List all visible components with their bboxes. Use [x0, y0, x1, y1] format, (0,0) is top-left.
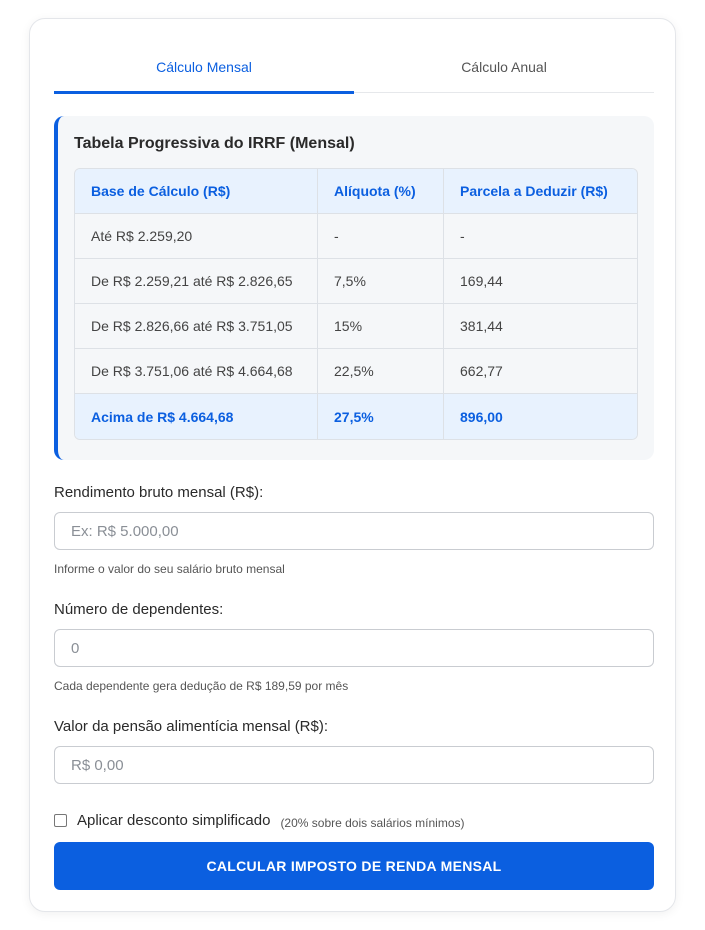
simplified-discount-label[interactable]: Aplicar desconto simplificado: [77, 812, 270, 829]
cell-base: Até R$ 2.259,20: [75, 214, 318, 259]
tab-monthly[interactable]: Cálculo Mensal: [54, 49, 354, 94]
cell-base: De R$ 2.259,21 até R$ 2.826,65: [75, 259, 318, 304]
table-row: De R$ 2.826,66 até R$ 3.751,05 15% 381,4…: [75, 304, 637, 349]
alimony-input[interactable]: [54, 746, 654, 784]
income-input[interactable]: [54, 512, 654, 550]
table-header-row: Base de Cálculo (R$) Alíquota (%) Parcel…: [75, 169, 637, 214]
dependents-input[interactable]: [54, 629, 654, 667]
header-rate: Alíquota (%): [318, 169, 444, 214]
tab-bar: Cálculo Mensal Cálculo Anual: [54, 49, 654, 94]
cell-rate: 27,5%: [318, 394, 444, 439]
cell-base: De R$ 3.751,06 até R$ 4.664,68: [75, 349, 318, 394]
income-label: Rendimento bruto mensal (R$):: [54, 484, 264, 501]
header-base: Base de Cálculo (R$): [75, 169, 318, 214]
cell-base: De R$ 2.826,66 até R$ 3.751,05: [75, 304, 318, 349]
dependents-label: Número de dependentes:: [54, 601, 224, 618]
cell-deduction: -: [444, 214, 637, 259]
cell-rate: 22,5%: [318, 349, 444, 394]
table-row: Até R$ 2.259,20 - -: [75, 214, 637, 259]
alimony-label: Valor da pensão alimentícia mensal (R$):: [54, 718, 329, 735]
cell-rate: 7,5%: [318, 259, 444, 304]
dependents-hint: Cada dependente gera dedução de R$ 189,5…: [54, 679, 349, 693]
simplified-discount-note: (20% sobre dois salários mínimos): [280, 815, 465, 830]
table-row: De R$ 2.259,21 até R$ 2.826,65 7,5% 169,…: [75, 259, 637, 304]
simplified-discount-row: Aplicar desconto simplificado (20% sobre…: [54, 812, 465, 830]
cell-rate: -: [318, 214, 444, 259]
cell-deduction: 169,44: [444, 259, 637, 304]
cell-base: Acima de R$ 4.664,68: [75, 394, 318, 439]
irrf-table-title: Tabela Progressiva do IRRF (Mensal): [74, 135, 355, 152]
simplified-discount-checkbox[interactable]: [54, 814, 67, 827]
irrf-table: Base de Cálculo (R$) Alíquota (%) Parcel…: [74, 168, 638, 440]
cell-deduction: 381,44: [444, 304, 637, 349]
irrf-table-panel: Tabela Progressiva do IRRF (Mensal) Base…: [54, 116, 654, 460]
tab-annual[interactable]: Cálculo Anual: [354, 49, 654, 92]
table-row: De R$ 3.751,06 até R$ 4.664,68 22,5% 662…: [75, 349, 637, 394]
header-deduction: Parcela a Deduzir (R$): [444, 169, 637, 214]
cell-deduction: 896,00: [444, 394, 637, 439]
income-hint: Informe o valor do seu salário bruto men…: [54, 562, 285, 576]
calculate-button[interactable]: CALCULAR IMPOSTO DE RENDA MENSAL: [54, 842, 654, 890]
calculator-card: Cálculo Mensal Cálculo Anual Tabela Prog…: [29, 18, 676, 912]
cell-deduction: 662,77: [444, 349, 637, 394]
table-row-highlight: Acima de R$ 4.664,68 27,5% 896,00: [75, 394, 637, 439]
cell-rate: 15%: [318, 304, 444, 349]
